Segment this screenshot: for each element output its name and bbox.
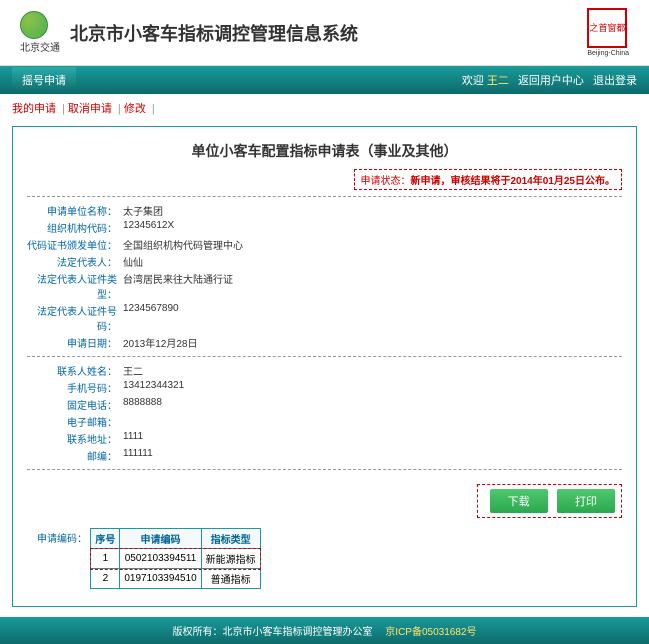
th-code: 申请编码 bbox=[120, 529, 201, 549]
footer-text: 版权所有：北京市小客车指标调控管理办公室 bbox=[173, 627, 383, 638]
field-label: 申请单位名称： bbox=[27, 203, 123, 218]
field-row: 代码证书颁发单位：全国组织机构代码管理中心 bbox=[27, 237, 622, 252]
field-row: 组织机构代码：12345612X bbox=[27, 220, 622, 235]
field-row: 法定代表人证件类型：台湾居民来往大陆通行证 bbox=[27, 271, 622, 301]
logout-link[interactable]: 退出登录 bbox=[593, 75, 637, 87]
page-title: 北京市小客车指标调控管理信息系统 bbox=[70, 20, 358, 46]
divider bbox=[27, 196, 622, 197]
field-value: 仙仙 bbox=[123, 254, 143, 269]
field-label: 联系地址： bbox=[27, 431, 123, 446]
download-button[interactable]: 下载 bbox=[490, 489, 548, 513]
print-button[interactable]: 打印 bbox=[557, 489, 615, 513]
field-row: 手机号码：13412344321 bbox=[27, 380, 622, 395]
th-type: 指标类型 bbox=[201, 529, 260, 549]
table-cell: 2 bbox=[91, 569, 120, 589]
table-label: 申请编码： bbox=[27, 528, 87, 545]
user-name: 王二 bbox=[487, 75, 509, 87]
field-label: 法定代表人证件号码： bbox=[27, 303, 123, 333]
field-label: 邮编： bbox=[27, 448, 123, 463]
footer: 版权所有：北京市小客车指标调控管理办公室 京ICP备05031682号 bbox=[0, 617, 649, 644]
field-row: 法定代表人：仙仙 bbox=[27, 254, 622, 269]
field-label: 法定代表人证件类型： bbox=[27, 271, 123, 301]
divider bbox=[27, 469, 622, 470]
field-label: 法定代表人： bbox=[27, 254, 123, 269]
field-value: 13412344321 bbox=[123, 380, 184, 395]
field-value: 8888888 bbox=[123, 397, 162, 412]
icp-link[interactable]: 京ICP备05031682号 bbox=[385, 627, 476, 638]
table-cell: 新能源指标 bbox=[201, 549, 260, 569]
field-row: 固定电话：8888888 bbox=[27, 397, 622, 412]
logo-subtext: 北京交通 bbox=[20, 39, 60, 54]
field-label: 代码证书颁发单位： bbox=[27, 237, 123, 252]
status-value: 新申请，审核结果将于2014年01月25日公布。 bbox=[411, 176, 616, 187]
table-cell: 1 bbox=[91, 549, 120, 569]
field-value: 12345612X bbox=[123, 220, 174, 235]
table-row: 20197103394510普通指标 bbox=[91, 569, 260, 589]
field-row: 联系人姓名：王二 bbox=[27, 363, 622, 378]
field-value: 1111 bbox=[123, 431, 143, 446]
field-row: 邮编：111111 bbox=[27, 448, 622, 463]
field-value: 111111 bbox=[123, 448, 153, 463]
table-cell: 0197103394510 bbox=[120, 569, 201, 589]
field-row: 申请单位名称：太子集团 bbox=[27, 203, 622, 218]
subnav-my[interactable]: 我的申请 bbox=[12, 103, 56, 115]
field-row: 联系地址：1111 bbox=[27, 431, 622, 446]
back-link[interactable]: 返回用户中心 bbox=[518, 75, 584, 87]
form-title: 单位小客车配置指标申请表（事业及其他） bbox=[27, 141, 622, 161]
field-value: 全国组织机构代码管理中心 bbox=[123, 237, 243, 252]
table-row: 10502103394511新能源指标 bbox=[91, 549, 260, 569]
field-label: 联系人姓名： bbox=[27, 363, 123, 378]
status-box: 申请状态：新申请，审核结果将于2014年01月25日公布。 bbox=[354, 169, 623, 190]
nav-bar: 摇号申请 欢迎 王二 返回用户中心 退出登录 bbox=[0, 66, 649, 94]
field-value: 王二 bbox=[123, 363, 143, 378]
field-value: 台湾居民来往大陆通行证 bbox=[123, 271, 233, 301]
welcome-text: 欢迎 bbox=[462, 75, 484, 87]
application-table: 序号 申请编码 指标类型 10502103394511新能源指标20197103… bbox=[90, 528, 615, 589]
subnav-cancel[interactable]: 取消申请 bbox=[68, 103, 112, 115]
seal-subtext: Beijing-China bbox=[587, 50, 629, 57]
content-panel: 单位小客车配置指标申请表（事业及其他） 申请状态：新申请，审核结果将于2014年… bbox=[12, 126, 637, 607]
field-label: 组织机构代码： bbox=[27, 220, 123, 235]
field-label: 固定电话： bbox=[27, 397, 123, 412]
table-cell: 0502103394511 bbox=[120, 549, 201, 569]
nav-tab-lottery[interactable]: 摇号申请 bbox=[12, 67, 76, 93]
field-row: 申请日期：2013年12月28日 bbox=[27, 335, 622, 350]
th-seq: 序号 bbox=[91, 529, 120, 549]
field-label: 手机号码： bbox=[27, 380, 123, 395]
button-row: 下载 打印 bbox=[477, 484, 622, 518]
seal-badge: 之首窗都 bbox=[587, 8, 627, 48]
field-row: 法定代表人证件号码：1234567890 bbox=[27, 303, 622, 333]
divider bbox=[27, 356, 622, 357]
logo-icon bbox=[20, 11, 48, 39]
field-row: 电子邮箱： bbox=[27, 414, 622, 429]
sub-nav: 我的申请| 取消申请| 修改| bbox=[0, 94, 649, 122]
table-cell: 普通指标 bbox=[201, 569, 260, 589]
header: 北京交通 北京市小客车指标调控管理信息系统 之首窗都 Beijing-China bbox=[0, 0, 649, 66]
field-label: 电子邮箱： bbox=[27, 414, 123, 429]
subnav-modify[interactable]: 修改 bbox=[124, 103, 146, 115]
field-value: 1234567890 bbox=[123, 303, 179, 333]
field-value: 2013年12月28日 bbox=[123, 335, 198, 350]
status-label: 申请状态： bbox=[361, 176, 411, 187]
field-label: 申请日期： bbox=[27, 335, 123, 350]
field-value: 太子集团 bbox=[123, 203, 163, 218]
